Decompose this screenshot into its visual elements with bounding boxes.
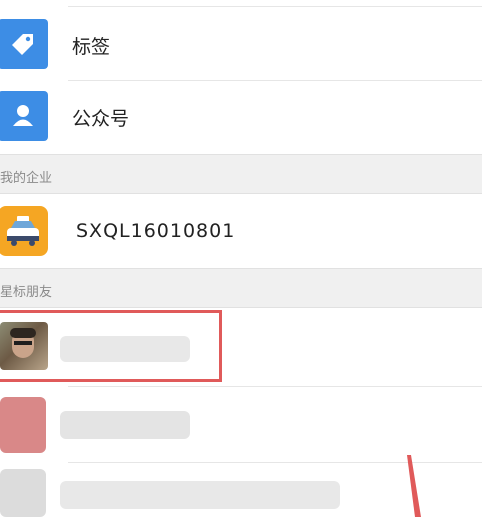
starred-friend-row[interactable] [0,387,482,461]
row-label-official-accounts: 公众号 [72,108,130,130]
tag-icon [0,19,48,69]
contacts-row-tags[interactable]: 标签 [0,8,482,80]
avatar [0,397,46,453]
section-header-my-enterprise: 我的企业 [0,154,482,194]
enterprise-row[interactable]: SXQL16010801 [0,194,482,268]
taxi-icon [0,206,48,256]
blurred-name [60,481,340,509]
divider [68,6,482,7]
section-label: 我的企业 [0,171,53,186]
row-label-tags: 标签 [72,36,111,58]
highlight-frame [0,310,222,382]
blurred-name [60,411,190,439]
avatar [0,469,46,517]
section-label: 星标朋友 [0,285,53,300]
section-header-starred-friends: 星标朋友 [0,268,482,308]
enterprise-name: SXQL16010801 [76,220,236,242]
contacts-row-official-accounts[interactable]: 公众号 [0,81,482,153]
user-icon [0,91,48,141]
red-arrow-annotation [407,455,421,517]
